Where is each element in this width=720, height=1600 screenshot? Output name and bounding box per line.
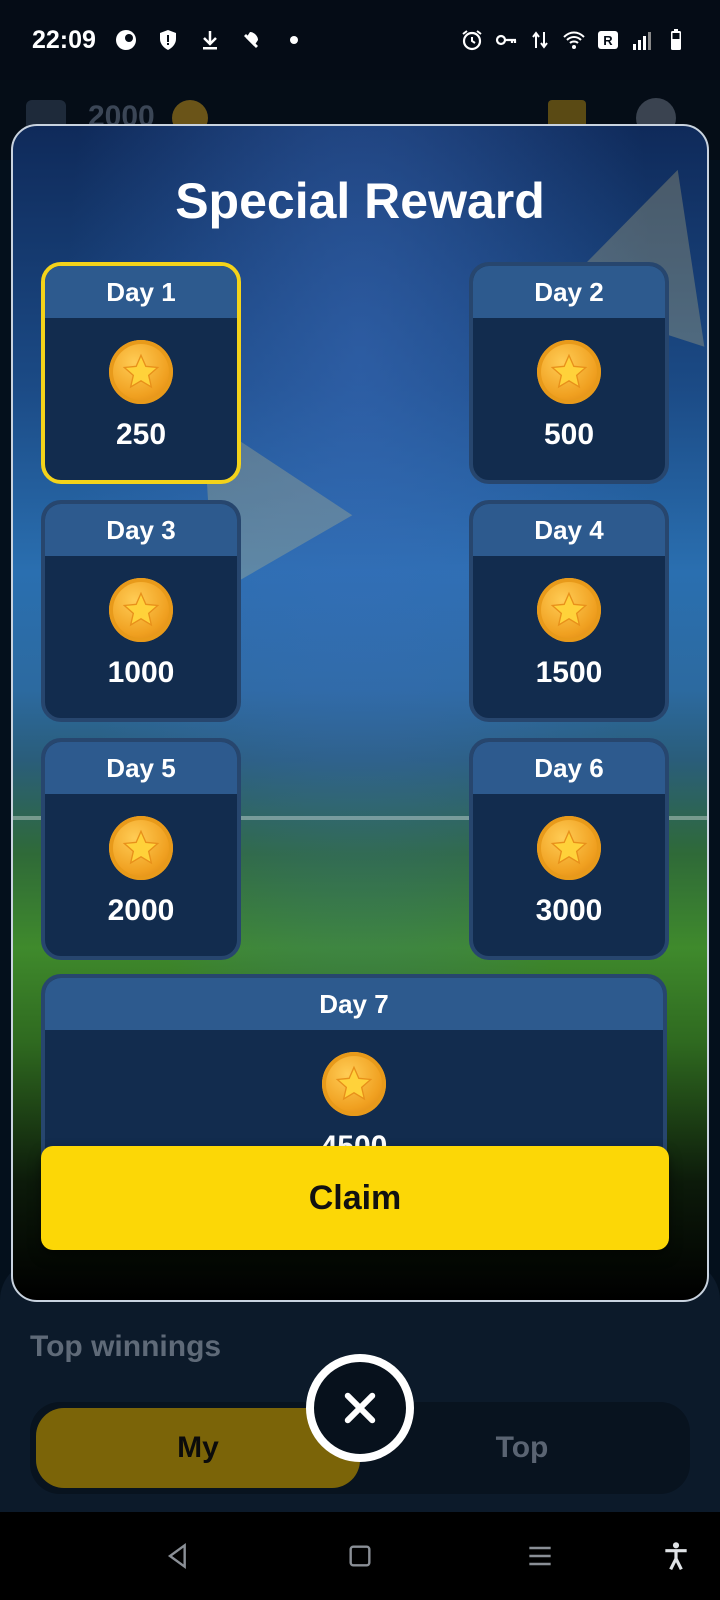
claim-button[interactable]: Claim (41, 1146, 669, 1250)
data-arrows-icon (528, 28, 552, 52)
coin-star-icon (537, 340, 601, 404)
day-label: Day 7 (45, 978, 663, 1030)
recents-icon[interactable] (520, 1536, 560, 1576)
app-icon (114, 28, 138, 52)
signal-icon (630, 28, 654, 52)
close-icon (344, 1392, 376, 1424)
svg-text:R: R (603, 33, 613, 48)
day-card-2[interactable]: Day 2 500 (469, 262, 669, 484)
reward-amount: 1000 (107, 656, 175, 689)
clock: 22:09 (32, 25, 96, 54)
section-title: Top winnings (30, 1330, 222, 1363)
reward-amount: 250 (115, 418, 167, 451)
wifi-icon (562, 28, 586, 52)
day-card-5[interactable]: Day 5 2000 (41, 738, 241, 960)
roaming-icon: R (596, 28, 620, 52)
alarm-icon (460, 28, 484, 52)
download-icon (198, 28, 222, 52)
coin-star-icon (109, 340, 173, 404)
coin-star-icon (537, 578, 601, 642)
coin-star-icon (537, 816, 601, 880)
status-bar: 22:09 R (0, 0, 720, 80)
shield-icon (156, 28, 180, 52)
day-label: Day 1 (45, 266, 237, 318)
accessibility-icon[interactable] (656, 1536, 696, 1576)
special-reward-dialog: Special Reward Day 1 250 Day 2 500 Day 3… (11, 124, 709, 1302)
day-card-3[interactable]: Day 3 1000 (41, 500, 241, 722)
close-button[interactable] (306, 1354, 414, 1462)
day-card-4[interactable]: Day 4 1500 (469, 500, 669, 722)
day-label: Day 3 (45, 504, 237, 556)
coin-star-icon (109, 578, 173, 642)
dot-icon (282, 28, 306, 52)
vpn-key-icon (494, 28, 518, 52)
reward-amount: 500 (543, 418, 595, 451)
battery-icon (664, 28, 688, 52)
dialog-title: Special Reward (175, 173, 545, 229)
mute-icon (240, 28, 264, 52)
day-label: Day 5 (45, 742, 237, 794)
reward-amount: 1500 (535, 656, 603, 689)
coin-star-icon (322, 1052, 386, 1116)
day-label: Day 4 (473, 504, 665, 556)
day-card-6[interactable]: Day 6 3000 (469, 738, 669, 960)
reward-amount: 3000 (535, 894, 603, 927)
home-icon[interactable] (340, 1536, 380, 1576)
reward-amount: 2000 (107, 894, 175, 927)
coin-star-icon (109, 816, 173, 880)
day-card-1[interactable]: Day 1 250 (41, 262, 241, 484)
day-label: Day 2 (473, 266, 665, 318)
back-icon[interactable] (158, 1536, 198, 1576)
day-label: Day 6 (473, 742, 665, 794)
